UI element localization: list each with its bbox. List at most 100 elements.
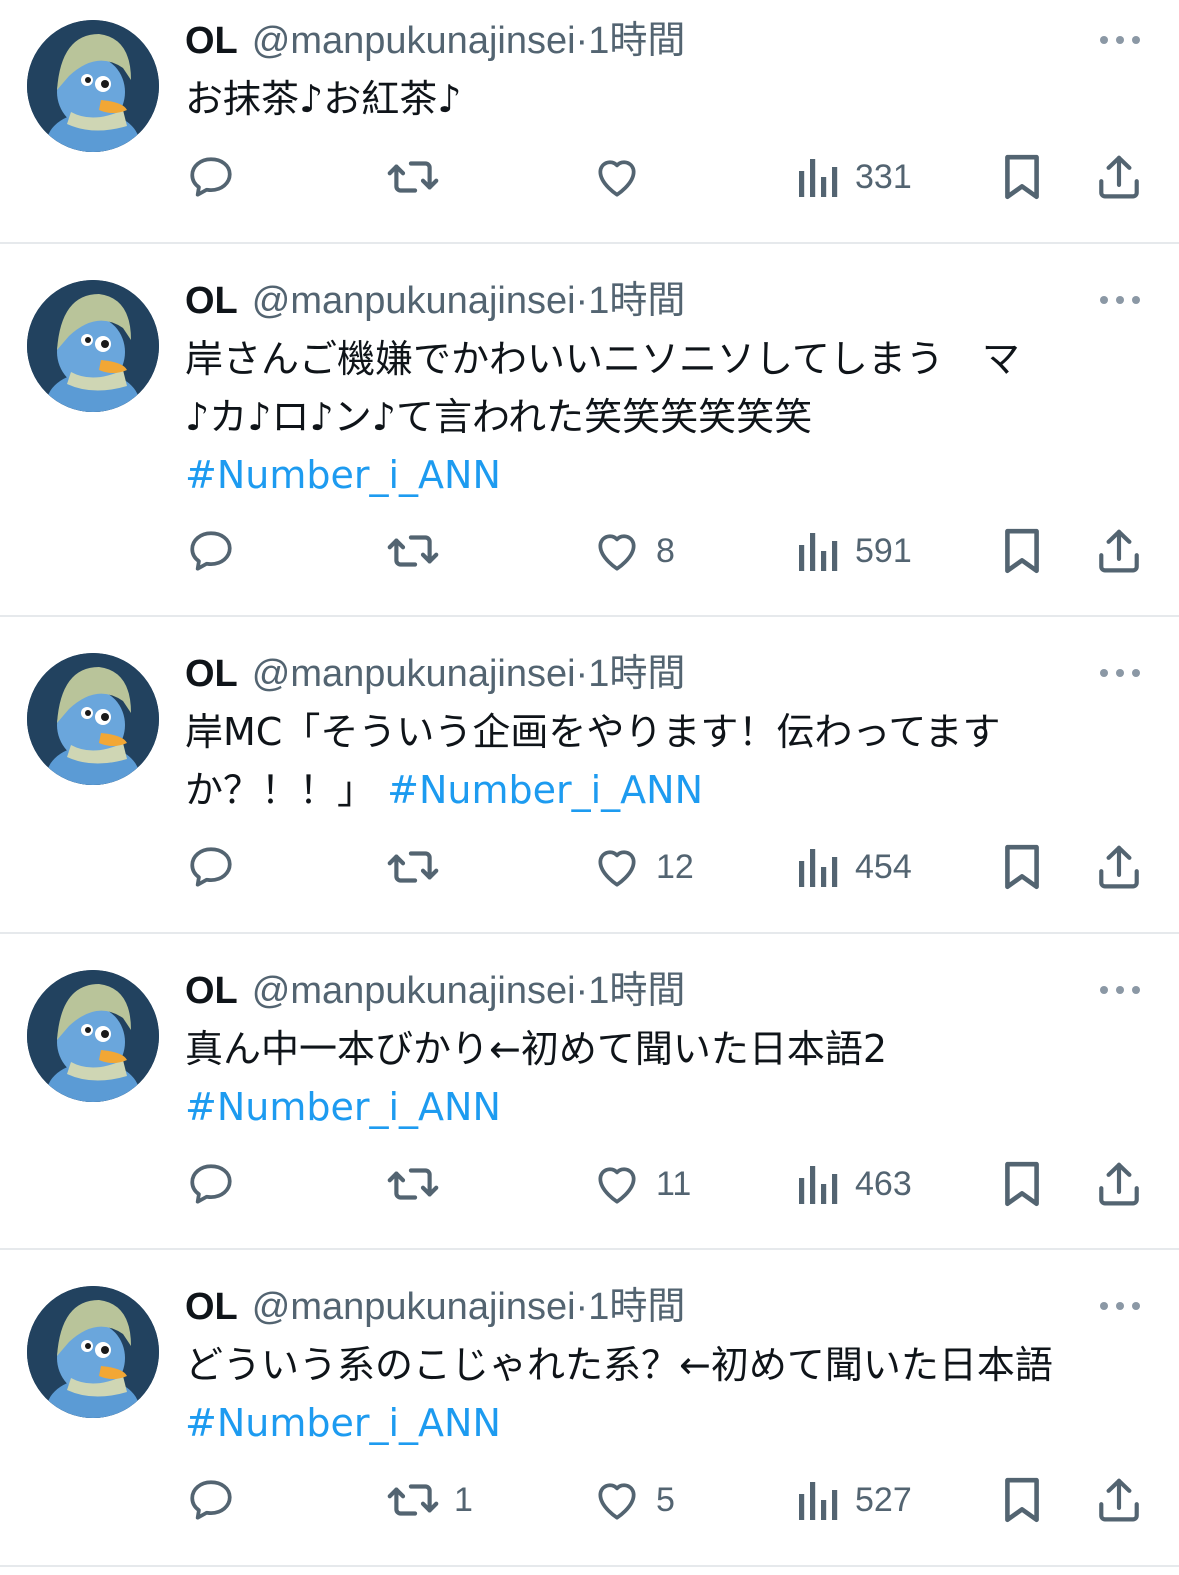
more-options-button[interactable]	[1097, 30, 1143, 50]
more-options-button[interactable]	[1097, 980, 1143, 1000]
reply-icon	[186, 526, 236, 576]
retweet-icon	[386, 526, 440, 576]
share-button[interactable]	[1094, 152, 1144, 202]
user-handle[interactable]: @manpukunajinsei	[252, 1286, 576, 1328]
share-icon	[1094, 1159, 1144, 1209]
avatar[interactable]	[27, 653, 159, 785]
views-count: 463	[855, 1164, 912, 1203]
views-count: 527	[855, 1480, 912, 1519]
tweet-text: 真ん中一本びかり←初めて聞いた日本語2 #Number_i_ANN	[185, 1020, 1160, 1136]
reply-button[interactable]	[186, 1475, 250, 1525]
views-button[interactable]: 591	[797, 526, 912, 576]
bookmark-button[interactable]	[1000, 1475, 1044, 1525]
tweet-text-segment: 岸さんご機嫌でかわいいニソニソしてしまう マ	[185, 337, 1020, 381]
hashtag-link[interactable]: #Number_i_ANN	[185, 1401, 501, 1445]
bookmark-icon	[1000, 1159, 1044, 1209]
reply-icon	[186, 1159, 236, 1209]
display-name[interactable]: OL	[185, 970, 238, 1012]
avatar-image	[27, 20, 159, 152]
more-dots-icon	[1100, 986, 1140, 994]
share-button[interactable]	[1094, 526, 1144, 576]
retweet-button[interactable]: 1	[386, 1475, 473, 1525]
like-button[interactable]: 5	[592, 1475, 675, 1525]
views-button[interactable]: 463	[797, 1159, 912, 1209]
reply-button[interactable]	[186, 152, 250, 202]
display-name[interactable]: OL	[185, 1286, 238, 1328]
share-icon	[1094, 152, 1144, 202]
retweet-icon	[386, 152, 440, 202]
share-button[interactable]	[1094, 1475, 1144, 1525]
share-icon	[1094, 1475, 1144, 1525]
heart-icon	[592, 842, 642, 892]
tweet-text-line: 岸MC「そういう企画をやります！伝わってます	[185, 703, 1160, 761]
avatar-image	[27, 1286, 159, 1418]
tweet-text-line: 真ん中一本びかり←初めて聞いた日本語2	[185, 1020, 1160, 1078]
like-button[interactable]	[592, 152, 656, 202]
tweet-text-segment: お抹茶♪お紅茶♪	[185, 77, 462, 121]
heart-icon	[592, 526, 642, 576]
retweet-button[interactable]	[386, 526, 454, 576]
like-button[interactable]: 11	[592, 1159, 691, 1209]
views-chart-icon	[797, 842, 841, 892]
retweet-button[interactable]	[386, 842, 454, 892]
more-options-button[interactable]	[1097, 663, 1143, 683]
timestamp[interactable]: 1時間	[588, 970, 685, 1012]
bookmark-button[interactable]	[1000, 842, 1044, 892]
tweet-text-segment: ♪カ♪ロ♪ン♪て言われた笑笑笑笑笑笑	[185, 395, 813, 439]
timestamp[interactable]: 1時間	[588, 1286, 685, 1328]
share-button[interactable]	[1094, 1159, 1144, 1209]
user-handle[interactable]: @manpukunajinsei	[252, 970, 576, 1012]
share-button[interactable]	[1094, 842, 1144, 892]
like-button[interactable]: 8	[592, 526, 675, 576]
display-name[interactable]: OL	[185, 280, 238, 322]
avatar-image	[27, 653, 159, 785]
user-handle[interactable]: @manpukunajinsei	[252, 280, 576, 322]
retweet-count: 1	[454, 1480, 473, 1519]
like-count: 12	[656, 847, 694, 886]
bookmark-button[interactable]	[1000, 526, 1044, 576]
bookmark-button[interactable]	[1000, 1159, 1044, 1209]
avatar[interactable]	[27, 280, 159, 412]
reply-icon	[186, 842, 236, 892]
reply-button[interactable]	[186, 842, 250, 892]
retweet-button[interactable]	[386, 152, 454, 202]
tweet-text-segment: 真ん中一本びかり←初めて聞いた日本語2	[185, 1027, 888, 1071]
display-name[interactable]: OL	[185, 20, 238, 62]
user-handle[interactable]: @manpukunajinsei	[252, 653, 576, 695]
retweet-button[interactable]	[386, 1159, 454, 1209]
bookmark-button[interactable]	[1000, 152, 1044, 202]
tweet-text: 岸MC「そういう企画をやります！伝わってます か？！！」 #Number_i_AN…	[185, 703, 1160, 819]
views-count: 331	[855, 157, 912, 196]
timestamp[interactable]: 1時間	[588, 653, 685, 695]
timestamp[interactable]: 1時間	[588, 20, 685, 62]
bookmark-icon	[1000, 1475, 1044, 1525]
more-options-button[interactable]	[1097, 290, 1143, 310]
views-button[interactable]: 454	[797, 842, 912, 892]
avatar[interactable]	[27, 970, 159, 1102]
separator-dot: ·	[575, 970, 589, 1012]
reply-button[interactable]	[186, 526, 250, 576]
like-button[interactable]: 12	[592, 842, 694, 892]
views-button[interactable]: 331	[797, 152, 912, 202]
hashtag-link[interactable]: #Number_i_ANN	[387, 768, 703, 812]
user-handle[interactable]: @manpukunajinsei	[252, 20, 576, 62]
views-chart-icon	[797, 1475, 841, 1525]
display-name[interactable]: OL	[185, 653, 238, 695]
timestamp[interactable]: 1時間	[588, 280, 685, 322]
tweet-divider	[0, 932, 1179, 934]
avatar[interactable]	[27, 20, 159, 152]
tweet-header: OL @manpukunajinsei·1時間	[185, 1280, 685, 1332]
hashtag-link[interactable]: #Number_i_ANN	[185, 453, 501, 497]
views-button[interactable]: 527	[797, 1475, 912, 1525]
views-chart-icon	[797, 1159, 841, 1209]
heart-icon	[592, 1475, 642, 1525]
tweet-divider	[0, 615, 1179, 617]
tweet-header: OL @manpukunajinsei·1時間	[185, 647, 685, 699]
more-options-button[interactable]	[1097, 1296, 1143, 1316]
bookmark-icon	[1000, 842, 1044, 892]
hashtag-link[interactable]: #Number_i_ANN	[185, 1085, 501, 1129]
tweet-text-line: お抹茶♪お紅茶♪	[185, 70, 1160, 128]
reply-button[interactable]	[186, 1159, 250, 1209]
tweet-divider	[0, 242, 1179, 244]
avatar[interactable]	[27, 1286, 159, 1418]
